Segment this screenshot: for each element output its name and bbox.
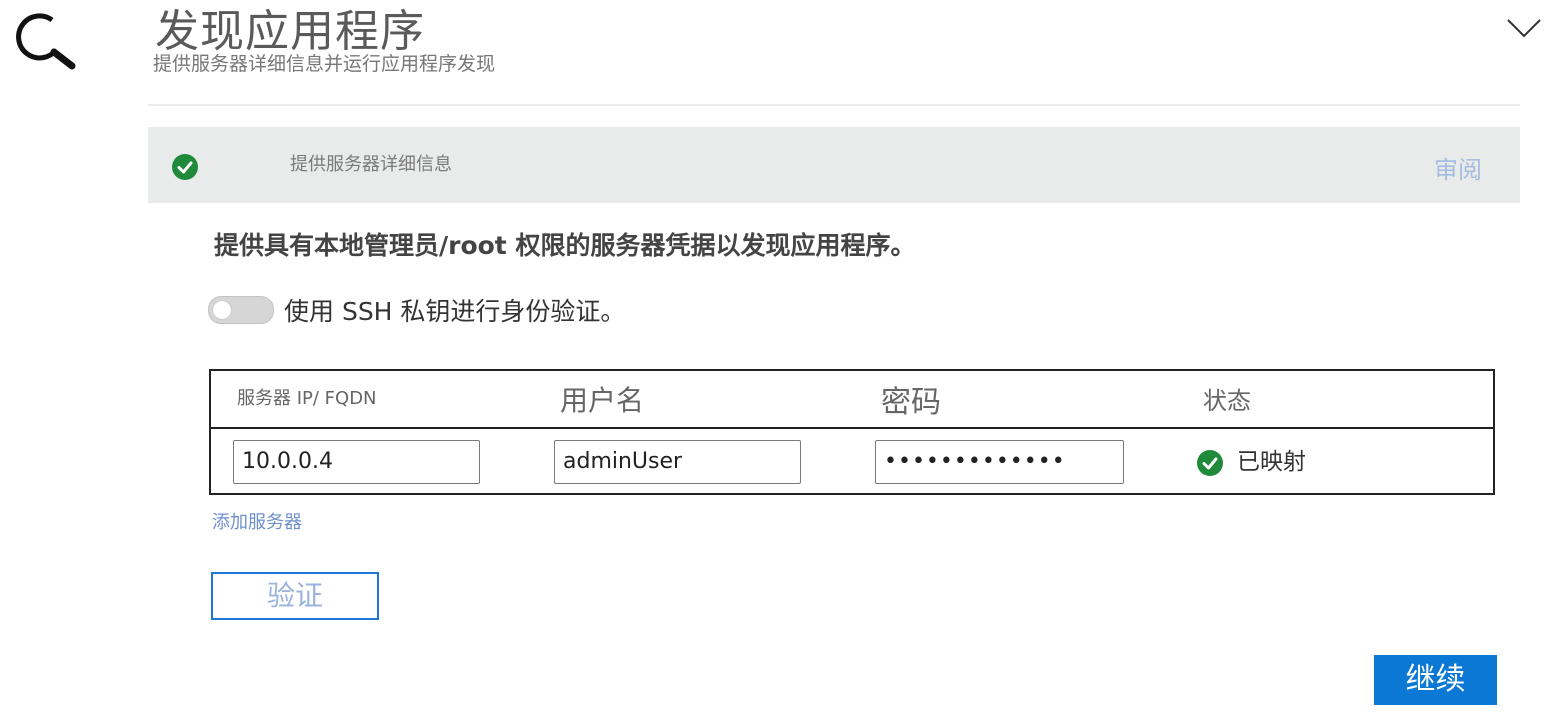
server-ip-input[interactable]: 10.0.0.4 bbox=[233, 440, 480, 484]
status-badge: 已映射 bbox=[1237, 449, 1306, 475]
password-input[interactable]: ••••••••••••• bbox=[875, 440, 1124, 484]
validate-button[interactable]: 验证 bbox=[211, 572, 379, 620]
column-header-status: 状态 bbox=[1203, 387, 1251, 415]
username-input[interactable]: adminUser bbox=[554, 440, 801, 484]
column-header-server: 服务器 IP/ FQDN bbox=[237, 388, 377, 409]
review-link[interactable]: 审阅 bbox=[1434, 155, 1482, 185]
check-circle-icon bbox=[1197, 450, 1223, 476]
step-label: 提供服务器详细信息 bbox=[290, 154, 452, 175]
add-server-link[interactable]: 添加服务器 bbox=[212, 510, 302, 536]
toggle-knob bbox=[213, 301, 231, 319]
ssh-key-toggle[interactable] bbox=[208, 296, 274, 324]
check-circle-icon bbox=[172, 154, 198, 180]
table-header-divider bbox=[211, 427, 1493, 429]
magnifier-icon bbox=[16, 13, 76, 70]
page-subtitle: 提供服务器详细信息并运行应用程序发现 bbox=[153, 53, 496, 75]
continue-button[interactable]: 继续 bbox=[1374, 655, 1497, 705]
server-table: 服务器 IP/ FQDN 用户名 密码 状态 10.0.0.4 adminUse… bbox=[209, 369, 1495, 495]
ssh-toggle-label: 使用 SSH 私钥进行身份验证。 bbox=[284, 297, 626, 326]
instruction-text: 提供具有本地管理员/root 权限的服务器凭据以发现应用程序。 bbox=[214, 231, 916, 260]
chevron-down-icon[interactable] bbox=[1504, 12, 1544, 42]
header-divider bbox=[148, 104, 1520, 106]
column-header-password: 密码 bbox=[881, 385, 941, 420]
column-header-username: 用户名 bbox=[560, 384, 645, 417]
